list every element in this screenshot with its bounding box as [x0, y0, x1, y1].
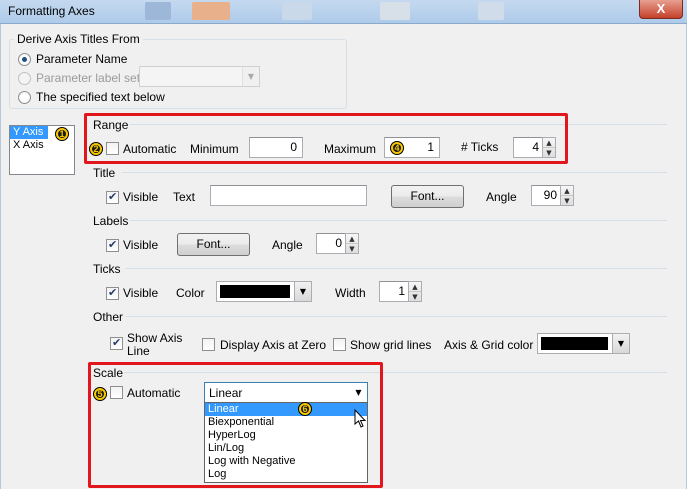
parameter-name-label: Parameter Name — [36, 52, 128, 66]
labels-angle-label: Angle — [272, 238, 303, 252]
ticks-color-select[interactable]: ▼ — [216, 281, 312, 302]
spin-down-icon: ▼ — [564, 197, 570, 205]
ticks-visible-checkbox[interactable] — [106, 286, 119, 300]
title-text-label: Text — [173, 190, 196, 204]
chevron-down-icon: ▼ — [242, 67, 259, 86]
labels-section-label: Labels — [93, 214, 129, 228]
range-highlight-box — [84, 113, 568, 164]
display-axis-zero-checkbox[interactable] — [202, 338, 215, 351]
parameter-label-set-radio[interactable] — [18, 72, 31, 85]
show-axis-line-checkbox[interactable] — [110, 336, 123, 350]
title-font-button[interactable]: Font... — [391, 185, 464, 208]
title-visible-checkbox[interactable] — [106, 190, 119, 204]
title-angle-spinner[interactable]: ▲ ▼ — [560, 185, 574, 206]
background-app-icon — [145, 2, 171, 20]
chevron-down-icon: ▼ — [612, 334, 629, 353]
ticks-section-label: Ticks — [93, 262, 121, 276]
title-visible-label: Visible — [123, 190, 159, 204]
specified-text-label: The specified text below — [36, 90, 165, 104]
spin-up-icon: ▲ — [561, 186, 573, 196]
close-icon: X — [656, 1, 666, 16]
ticks-width-input[interactable]: 1 — [379, 281, 409, 302]
other-section-label: Other — [93, 310, 124, 324]
parameter-label-set-select[interactable]: ▼ — [139, 66, 260, 87]
callout-1-badge: 1 — [55, 127, 69, 141]
grid-color-label: Axis & Grid color — [444, 338, 534, 352]
labels-font-button[interactable]: Font... — [177, 233, 250, 256]
title-divider — [122, 172, 667, 173]
ticks-divider — [126, 268, 667, 269]
title-angle-label: Angle — [486, 190, 517, 204]
labels-angle-spinner[interactable]: ▲ ▼ — [345, 233, 359, 254]
chevron-down-icon: ▼ — [294, 282, 311, 301]
parameter-name-radio[interactable] — [18, 53, 31, 66]
show-axis-line-label-2: Line — [127, 344, 150, 358]
ticks-width-spinner[interactable]: ▲ ▼ — [408, 281, 422, 302]
ticks-width-label: Width — [335, 286, 366, 300]
spin-up-icon: ▲ — [409, 282, 421, 292]
spin-down-icon: ▼ — [349, 245, 355, 253]
specified-text-radio[interactable] — [18, 91, 31, 104]
show-grid-lines-label: Show grid lines — [350, 338, 432, 352]
ticks-color-label: Color — [176, 286, 205, 300]
grid-color-swatch — [541, 337, 608, 350]
background-app-icon — [282, 2, 312, 20]
window-title: Formatting Axes — [8, 4, 95, 18]
display-axis-zero-label: Display Axis at Zero — [220, 338, 327, 352]
derive-titles-legend: Derive Axis Titles From — [14, 32, 143, 46]
title-text-input[interactable] — [210, 185, 367, 206]
show-grid-lines-checkbox[interactable] — [333, 338, 346, 351]
spin-down-icon: ▼ — [412, 293, 418, 301]
labels-angle-input[interactable]: 0 — [316, 233, 346, 254]
axis-item-x[interactable]: X Axis — [10, 139, 74, 152]
ticks-visible-label: Visible — [123, 286, 159, 300]
window-title-bar: Formatting Axes X — [0, 0, 687, 24]
other-divider — [126, 316, 667, 317]
grid-color-select[interactable]: ▼ — [537, 333, 630, 354]
title-angle-input[interactable]: 90 — [531, 185, 561, 206]
labels-divider — [130, 220, 667, 221]
labels-visible-label: Visible — [123, 238, 159, 252]
ticks-color-swatch — [220, 285, 290, 298]
labels-visible-checkbox[interactable] — [106, 238, 119, 252]
scale-highlight-box — [88, 362, 383, 488]
title-section-label: Title — [93, 166, 116, 180]
show-axis-line-label-1: Show Axis — [127, 331, 183, 345]
axis-item-y[interactable]: Y Axis — [10, 126, 48, 139]
background-app-icon — [478, 2, 504, 20]
parameter-label-set-label: Parameter label set — [36, 71, 141, 85]
background-app-icon — [380, 2, 410, 20]
close-button[interactable]: X — [639, 0, 683, 19]
background-app-icon — [192, 2, 230, 20]
spin-up-icon: ▲ — [346, 234, 358, 244]
